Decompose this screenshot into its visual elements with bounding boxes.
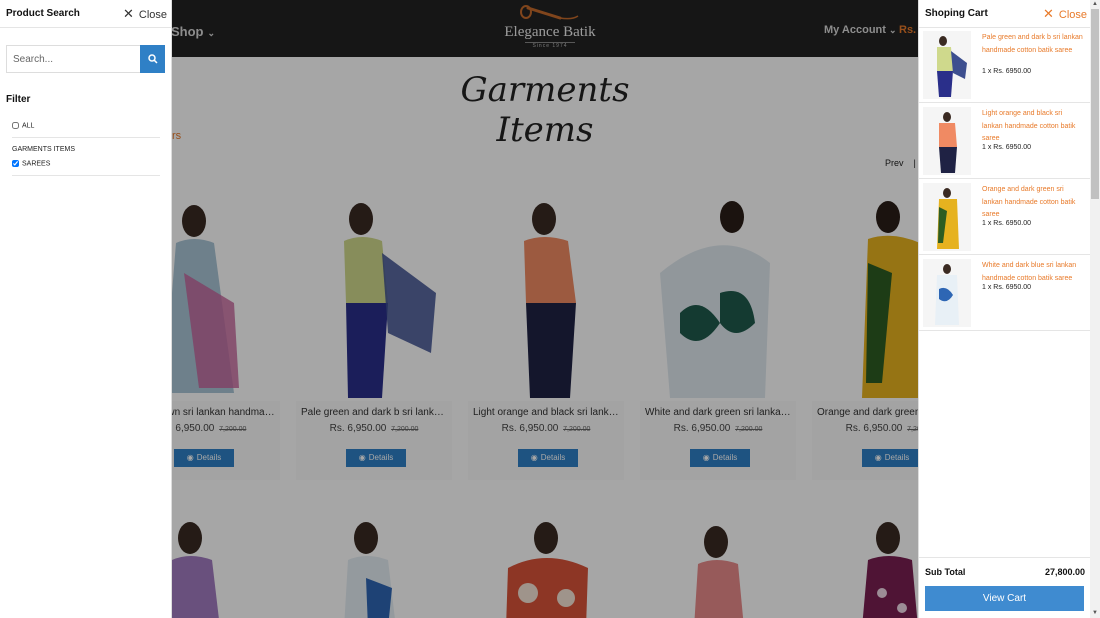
saree-thumbnail-image: [937, 36, 967, 97]
saree-thumbnail-image: [937, 188, 959, 249]
cart-item-thumbnail[interactable]: [923, 31, 971, 99]
scrollbar-thumb[interactable]: [1091, 9, 1099, 199]
close-icon: ✕: [1043, 6, 1054, 21]
close-label: Close: [138, 9, 168, 21]
scroll-up-arrow-icon[interactable]: ▲: [1090, 0, 1100, 9]
cart-item-name[interactable]: Light orange and black sri lankan handma…: [982, 108, 1084, 146]
search-icon: [147, 53, 158, 64]
cart-header: Shoping Cart ✕ Close: [919, 0, 1091, 28]
subtotal-value: 27,800.00: [1045, 567, 1086, 577]
subtotal-label: Sub Total: [925, 567, 966, 577]
cart-item-thumbnail[interactable]: [923, 183, 971, 251]
cart-item[interactable]: Light orange and black sri lankan handma…: [919, 103, 1091, 179]
cart-item-qty: 1 x Rs. 6950.00: [982, 220, 1032, 227]
sarees-label: SAREES: [22, 160, 51, 168]
cart-item[interactable]: White and dark blue sri lankan handmade …: [919, 255, 1091, 331]
all-checkbox[interactable]: [12, 122, 19, 129]
product-search-header: Product Search ✕ Close: [0, 0, 172, 28]
saree-thumbnail-image: [939, 112, 957, 173]
scroll-down-arrow-icon[interactable]: ▼: [1090, 609, 1100, 618]
filter-heading: Filter: [6, 94, 31, 105]
product-search-panel: Product Search ✕ Close Filter ALL GARMENT…: [0, 0, 172, 618]
filter-option-all[interactable]: ALL: [12, 122, 160, 138]
view-cart-button[interactable]: View Cart: [925, 586, 1084, 611]
cart-footer: Sub Total 27,800.00 View Cart: [919, 557, 1091, 618]
filter-category-label: GARMENTS ITEMS: [12, 146, 76, 153]
cart-close-button[interactable]: ✕ Close: [1043, 6, 1087, 22]
cart-item-thumbnail[interactable]: [923, 259, 971, 327]
cart-item-qty: 1 x Rs. 6950.00: [982, 284, 1032, 291]
cart-item-name[interactable]: Pale green and dark b sri lankan handmad…: [982, 32, 1084, 57]
search-input[interactable]: [6, 45, 140, 73]
cart-item-name[interactable]: White and dark blue sri lankan handmade …: [982, 260, 1084, 285]
search-button[interactable]: [140, 45, 165, 73]
shopping-cart-panel: Shoping Cart ✕ Close Pale green and dark …: [918, 0, 1091, 618]
page-scrollbar[interactable]: ▲ ▼: [1090, 0, 1100, 618]
cart-item-name[interactable]: Orange and dark green sri lankan handmad…: [982, 184, 1084, 222]
cart-item[interactable]: Pale green and dark b sri lankan handmad…: [919, 27, 1091, 103]
sarees-checkbox[interactable]: [12, 160, 19, 167]
filter-option-sarees[interactable]: SAREES: [12, 160, 160, 176]
cart-item-qty: 1 x Rs. 6950.00: [982, 68, 1032, 75]
close-label: Close: [1058, 9, 1088, 21]
cart-title: Shoping Cart: [925, 8, 988, 19]
product-search-title: Product Search: [6, 8, 80, 19]
all-label: ALL: [22, 122, 35, 130]
cart-item[interactable]: Orange and dark green sri lankan handmad…: [919, 179, 1091, 255]
cart-item-qty: 1 x Rs. 6950.00: [982, 144, 1032, 151]
cart-item-thumbnail[interactable]: [923, 107, 971, 175]
product-search-close-button[interactable]: ✕ Close: [123, 6, 167, 22]
close-icon: ✕: [123, 6, 134, 21]
saree-thumbnail-image: [935, 264, 959, 325]
